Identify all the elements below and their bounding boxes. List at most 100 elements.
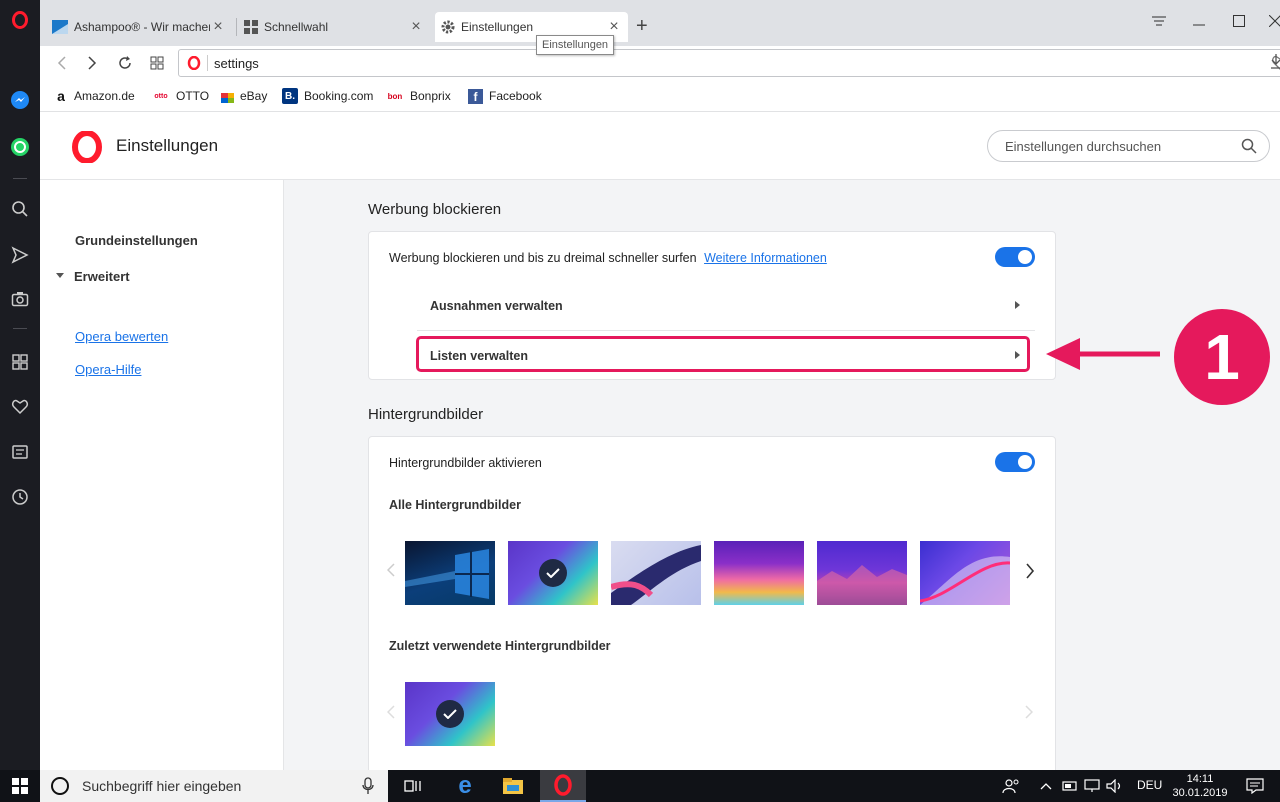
- manage-exceptions-label[interactable]: Ausnahmen verwalten: [430, 299, 563, 313]
- link-more-info[interactable]: Weitere Informationen: [704, 251, 827, 265]
- address-toolbar: settings: [40, 46, 1280, 80]
- search-placeholder: Einstellungen durchsuchen: [1005, 138, 1162, 154]
- opera-menu-icon[interactable]: [0, 0, 40, 40]
- language-indicator[interactable]: DEU: [1137, 778, 1162, 792]
- chevron-left-icon[interactable]: [387, 563, 395, 577]
- task-view-icon[interactable]: [390, 770, 436, 802]
- bookmark-label: eBay: [240, 89, 268, 103]
- otto-icon: otto: [154, 92, 168, 100]
- back-button[interactable]: [50, 52, 74, 74]
- news-icon[interactable]: [0, 432, 40, 472]
- opera-taskbar-icon[interactable]: [540, 770, 586, 802]
- recent-wallpaper-thumb[interactable]: [405, 682, 495, 746]
- bookmark-booking[interactable]: B. Booking.com: [282, 87, 373, 105]
- tab-label: Einstellungen: [461, 20, 534, 34]
- speed-dial-icon[interactable]: [0, 342, 40, 382]
- booking-icon: B.: [282, 88, 298, 104]
- wallpaper-thumb-abstract[interactable]: [920, 541, 1010, 605]
- bookmark-ebay[interactable]: eBay: [220, 87, 267, 105]
- arrow-left-icon: [1046, 338, 1160, 370]
- download-icon[interactable]: [1270, 53, 1280, 72]
- bookmark-amazon[interactable]: a Amazon.de: [54, 87, 135, 105]
- network-icon[interactable]: [1084, 779, 1100, 793]
- clock[interactable]: 14:11 30.01.2019: [1168, 772, 1232, 800]
- wallpaper-thumb-landscape[interactable]: [817, 541, 907, 605]
- bonprix-icon: bon: [387, 91, 403, 101]
- battery-icon[interactable]: [1062, 780, 1078, 792]
- settings-search-input[interactable]: Einstellungen durchsuchen: [987, 130, 1270, 162]
- amazon-icon: a: [57, 88, 65, 104]
- section-title-wallpapers: Hintergrundbilder: [368, 406, 484, 423]
- link-opera-hilfe[interactable]: Opera-Hilfe: [75, 362, 141, 377]
- bookmark-label: Booking.com: [304, 89, 374, 103]
- bookmark-label: Facebook: [489, 89, 542, 103]
- settings-header: Einstellungen Einstellungen durchsuchen: [40, 113, 1280, 180]
- wallpaper-thumb-whale[interactable]: [611, 541, 701, 605]
- nav-erweitert[interactable]: Erweitert: [74, 269, 130, 284]
- wallpaper-thumb-geometric[interactable]: [508, 541, 598, 605]
- bookmark-otto[interactable]: otto OTTO: [152, 87, 209, 105]
- volume-icon[interactable]: [1106, 779, 1124, 793]
- tab-menu-icon[interactable]: [1144, 8, 1174, 34]
- bookmark-label: Amazon.de: [74, 89, 135, 103]
- url-text[interactable]: settings: [214, 56, 259, 71]
- cortana-icon: [51, 777, 69, 795]
- wallpaper-thumb-windows[interactable]: [405, 541, 495, 605]
- close-window-button[interactable]: [1260, 8, 1280, 34]
- clock-time: 14:11: [1186, 773, 1214, 785]
- send-icon[interactable]: [0, 235, 40, 275]
- microphone-icon[interactable]: [362, 777, 374, 795]
- bookmarks-bar: a Amazon.de otto OTTO eBay B. Booking.co…: [40, 80, 1280, 112]
- link-opera-bewerten[interactable]: Opera bewerten: [75, 329, 168, 344]
- nav-grundeinstellungen[interactable]: Grundeinstellungen: [75, 233, 198, 248]
- gear-icon: [441, 20, 455, 34]
- tab-schnellwahl[interactable]: Schnellwahl ×: [238, 12, 430, 42]
- tab-label: Ashampoo® - Wir machen: [74, 20, 210, 34]
- notification-icon[interactable]: [1246, 778, 1264, 794]
- close-icon[interactable]: ×: [408, 18, 424, 36]
- chevron-right-icon[interactable]: [1025, 563, 1035, 579]
- search-icon[interactable]: [1241, 138, 1257, 154]
- forward-button[interactable]: [80, 52, 104, 74]
- ashampoo-icon: [52, 20, 68, 34]
- file-explorer-icon[interactable]: [490, 770, 536, 802]
- close-icon[interactable]: ×: [210, 18, 226, 36]
- tab-strip: Ashampoo® - Wir machen × Schnellwahl × E…: [40, 0, 1280, 46]
- settings-nav: Grundeinstellungen Erweitert Opera bewer…: [40, 180, 284, 770]
- maximize-button[interactable]: [1224, 8, 1254, 34]
- taskbar-search-input[interactable]: Suchbegriff hier eingeben: [40, 770, 388, 802]
- minimize-button[interactable]: [1184, 8, 1214, 34]
- bookmark-facebook[interactable]: f Facebook: [468, 87, 542, 105]
- edge-icon[interactable]: e: [442, 770, 488, 802]
- adblock-toggle-label: Werbung blockieren und bis zu dreimal sc…: [389, 251, 827, 265]
- close-icon[interactable]: ×: [606, 18, 622, 36]
- windows-taskbar: Suchbegriff hier eingeben e DEU 14:11 30…: [0, 770, 1280, 802]
- chevron-right-icon[interactable]: [1015, 301, 1020, 309]
- search-icon[interactable]: [0, 189, 40, 229]
- clock-date: 30.01.2019: [1172, 787, 1228, 799]
- adblock-label-text: Werbung blockieren und bis zu dreimal sc…: [389, 251, 697, 265]
- heart-icon[interactable]: [0, 387, 40, 427]
- caret-down-icon: [56, 273, 64, 278]
- camera-icon[interactable]: [0, 279, 40, 319]
- new-tab-button[interactable]: +: [636, 16, 648, 36]
- chevron-left-icon[interactable]: [387, 705, 395, 719]
- reload-button[interactable]: [113, 52, 137, 74]
- history-icon[interactable]: [0, 477, 40, 517]
- people-icon[interactable]: [1002, 778, 1020, 794]
- wallpaper-thumb-waves[interactable]: [714, 541, 804, 605]
- wallpaper-toggle[interactable]: [995, 452, 1035, 472]
- speed-dial-icon[interactable]: [145, 52, 169, 74]
- windows-start-icon[interactable]: [0, 770, 40, 802]
- wallpaper-toggle-label: Hintergrundbilder aktivieren: [389, 456, 542, 470]
- whatsapp-icon[interactable]: [0, 127, 40, 167]
- messenger-icon[interactable]: [0, 80, 40, 120]
- all-wallpapers-title: Alle Hintergrundbilder: [389, 498, 521, 512]
- chevron-right-icon[interactable]: [1025, 705, 1033, 719]
- adblock-toggle[interactable]: [995, 247, 1035, 267]
- chevron-up-icon[interactable]: [1040, 782, 1052, 790]
- bookmark-bonprix[interactable]: bon Bonprix: [386, 87, 451, 105]
- tab-ashampoo[interactable]: Ashampoo® - Wir machen ×: [46, 12, 232, 42]
- ebay-icon: [221, 93, 234, 103]
- address-bar[interactable]: settings: [178, 49, 1280, 77]
